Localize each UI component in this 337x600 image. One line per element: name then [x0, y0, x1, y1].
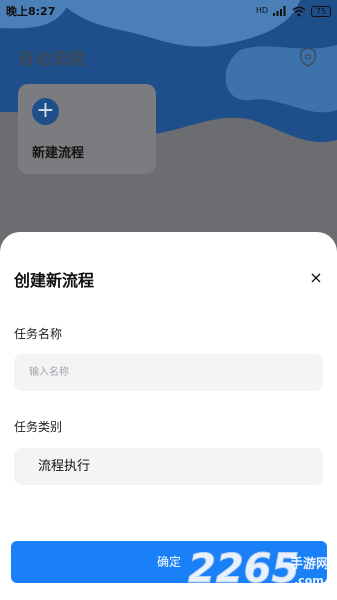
status-icons: HD 75	[255, 5, 331, 17]
task-category-select[interactable]: 流程执行	[14, 448, 323, 485]
plus-icon: +	[32, 98, 59, 125]
svg-text:.com: .com	[294, 574, 324, 587]
watermark-logo: 2265 手游网 .com	[188, 546, 330, 593]
svg-text:手游网: 手游网	[290, 556, 329, 572]
signal-icon: HD	[255, 6, 268, 15]
task-name-label: 任务名称	[14, 327, 63, 341]
cellular-icon	[273, 6, 286, 16]
status-bar: 晚上8:27 HD 75	[0, 0, 337, 22]
status-time: 晚上8:27	[6, 5, 56, 18]
battery-icon: 75	[311, 5, 331, 17]
wifi-icon	[292, 6, 306, 16]
close-icon[interactable]: ×	[306, 268, 326, 288]
task-category-label: 任务类别	[14, 420, 63, 434]
task-name-input[interactable]	[14, 354, 323, 391]
new-flow-card[interactable]: + 新建流程	[18, 84, 156, 174]
svg-text:2265: 2265	[188, 546, 299, 592]
new-flow-card-label: 新建流程	[32, 146, 85, 161]
shield-icon[interactable]	[299, 47, 317, 67]
sheet-title: 创建新流程	[14, 271, 95, 290]
page-title: 自动流程	[18, 49, 87, 68]
